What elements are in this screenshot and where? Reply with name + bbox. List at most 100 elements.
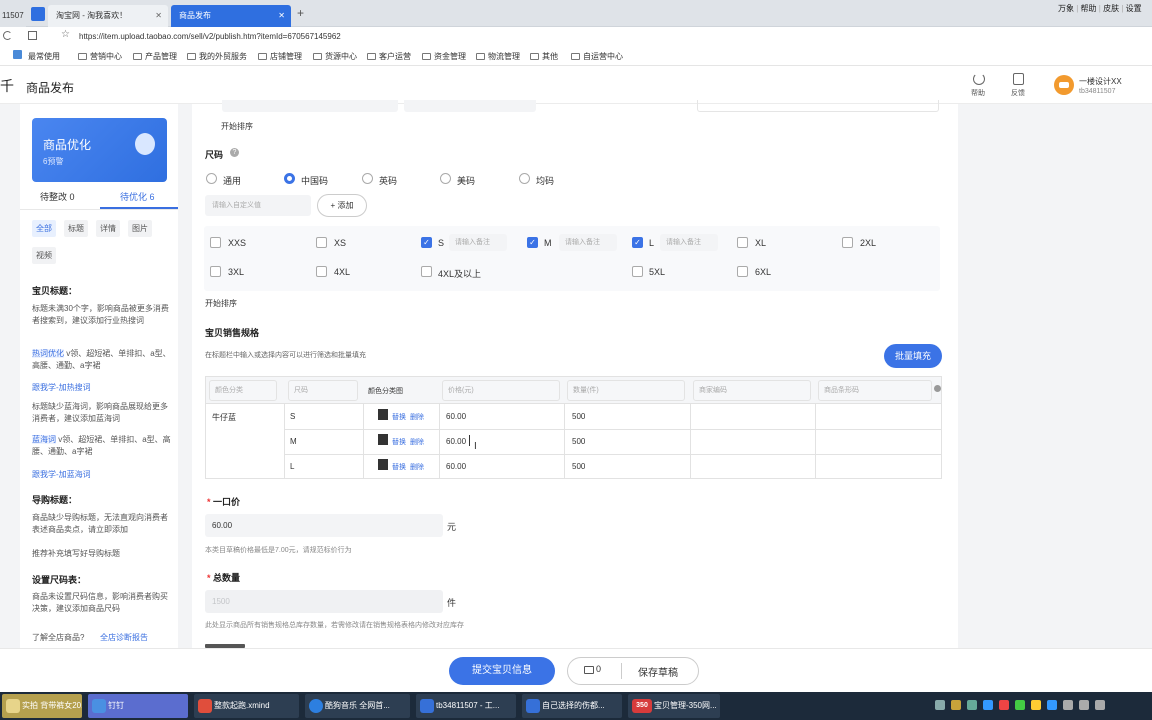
checkbox-l[interactable]: ✓ (632, 237, 643, 248)
checkbox-s[interactable]: ✓ (421, 237, 432, 248)
bookmark-item[interactable]: 物流管理 (476, 51, 520, 62)
link-help[interactable]: 帮助 (1081, 4, 1097, 13)
checkbox-4xl-plus[interactable] (421, 266, 432, 277)
color-thumbnail[interactable] (378, 434, 388, 445)
tray-icon[interactable] (967, 700, 977, 710)
feedback-label[interactable]: 反馈 (1011, 88, 1025, 98)
radio-us[interactable] (440, 173, 451, 184)
note-input-l[interactable]: 请输入备注 (660, 234, 718, 251)
checkbox-3xl[interactable] (210, 266, 221, 277)
color-thumbnail[interactable] (378, 409, 388, 420)
radio-general[interactable] (206, 173, 217, 184)
replace-link[interactable]: 替换 (392, 412, 406, 422)
radio-china[interactable] (284, 173, 295, 184)
checkbox-2xl[interactable] (842, 237, 853, 248)
tab-partial[interactable]: 11507 (0, 5, 26, 27)
bookmark-item[interactable]: 客户运营 (367, 51, 411, 62)
price-cell[interactable]: 60.00 (446, 462, 466, 471)
add-size-button[interactable]: + 添加 (317, 194, 367, 217)
info-icon[interactable] (934, 385, 941, 392)
bookmark-item[interactable]: 自运营中心 (571, 51, 623, 62)
color-thumbnail[interactable] (378, 459, 388, 470)
note-input-s[interactable]: 请输入备注 (449, 234, 507, 251)
learn-blue-link[interactable]: 跟我学-加蓝海词 (32, 469, 91, 480)
checkbox-xl[interactable] (737, 237, 748, 248)
feedback-icon[interactable] (1013, 73, 1024, 85)
tray-icon[interactable] (951, 700, 961, 710)
tray-icon[interactable] (983, 700, 993, 710)
chip-video[interactable]: 视频 (32, 247, 56, 264)
tray-icon[interactable] (1079, 700, 1089, 710)
checkbox-m[interactable]: ✓ (527, 237, 538, 248)
tab-optimize[interactable]: 待优化 6 (120, 190, 155, 203)
help-label[interactable]: 帮助 (971, 88, 985, 98)
qty-cell[interactable]: 500 (572, 412, 585, 421)
checkbox-xs[interactable] (316, 237, 327, 248)
bookmark-item[interactable]: 货源中心 (313, 51, 357, 62)
message-icon[interactable] (584, 666, 594, 674)
tab-publish[interactable]: 商品发布 ✕ (171, 5, 291, 27)
custom-size-input[interactable]: 请输入自定义值 (205, 195, 311, 216)
checkbox-4xl[interactable] (316, 266, 327, 277)
tray-icon[interactable] (1095, 700, 1105, 710)
taskbar-item[interactable]: 自己选择的伤都... (522, 694, 622, 718)
price-input[interactable]: 60.00 (205, 514, 443, 537)
help-icon[interactable] (973, 73, 985, 85)
bookmark-item[interactable]: 营销中心 (78, 51, 122, 62)
diagnosis-link[interactable]: 全店诊断报告 (100, 632, 148, 643)
tray-icon[interactable] (1063, 700, 1073, 710)
checkbox-6xl[interactable] (737, 266, 748, 277)
taskbar-item[interactable]: 整款起跑.xmind (194, 694, 299, 718)
taskbar-item[interactable]: 实拍 背带裤女20... (2, 694, 82, 718)
link-settings[interactable]: 设置 (1126, 4, 1142, 13)
replace-link[interactable]: 替换 (392, 462, 406, 472)
tray-icon[interactable] (1031, 700, 1041, 710)
link-wanxiang[interactable]: 万象 (1058, 4, 1074, 13)
batch-fill-button[interactable]: 批量填充 (884, 344, 942, 368)
save-draft-button[interactable]: 保存草稿 (638, 664, 678, 679)
bookmark-item[interactable]: 资金管理 (422, 51, 466, 62)
taskbar-item[interactable]: 钉钉 (88, 694, 188, 718)
price-cell[interactable]: 60.00 (446, 412, 466, 421)
page-icon[interactable] (28, 31, 37, 40)
price-cell[interactable]: 60.00 (446, 437, 466, 446)
tab-pending[interactable]: 待整改 0 (40, 190, 75, 203)
bookmark-item[interactable]: 我的外贸服务 (187, 51, 247, 62)
radio-uk[interactable] (362, 173, 373, 184)
delete-link[interactable]: 删除 (410, 437, 424, 447)
chip-title[interactable]: 标题 (64, 220, 88, 237)
refresh-icon[interactable] (3, 31, 12, 40)
chip-detail[interactable]: 详情 (96, 220, 120, 237)
optimize-card[interactable]: 商品优化 6预警 (32, 118, 167, 182)
avatar[interactable] (1054, 75, 1074, 95)
note-input-m[interactable]: 请输入备注 (559, 234, 617, 251)
qty-cell[interactable]: 500 (572, 437, 585, 446)
home-icon[interactable] (31, 7, 45, 21)
checkbox-5xl[interactable] (632, 266, 643, 277)
link-skin[interactable]: 皮肤 (1103, 4, 1119, 13)
replace-link[interactable]: 替换 (392, 437, 406, 447)
taskbar-item[interactable]: tb34811507 - 工... (416, 694, 516, 718)
header-filter-color[interactable]: 颜色分类 (209, 380, 277, 401)
tray-icon[interactable] (935, 700, 945, 710)
taskbar-item[interactable]: 350 宝贝管理-350网... (628, 694, 720, 718)
tray-icon[interactable] (1015, 700, 1025, 710)
bookmark-item[interactable]: 产品管理 (133, 51, 177, 62)
qty-cell[interactable]: 500 (572, 462, 585, 471)
close-icon[interactable]: ✕ (155, 5, 162, 27)
delete-link[interactable]: 删除 (410, 412, 424, 422)
taskbar-item[interactable]: 酷狗音乐 全网首... (305, 694, 410, 718)
checkbox-xxs[interactable] (210, 237, 221, 248)
close-icon[interactable]: ✕ (278, 5, 285, 27)
chip-all[interactable]: 全部 (32, 220, 56, 237)
star-icon[interactable]: ☆ (61, 29, 70, 40)
delete-link[interactable]: 删除 (410, 462, 424, 472)
header-qty-input[interactable]: 数量(件) (567, 380, 685, 401)
url-field[interactable]: https://item.upload.taobao.com/sell/v2/p… (79, 32, 341, 41)
bookmark-item[interactable]: 最常使用 (28, 51, 60, 62)
bookmark-item[interactable]: 其他 (530, 51, 558, 62)
tray-icon[interactable] (1047, 700, 1057, 710)
submit-button[interactable]: 提交宝贝信息 (449, 657, 555, 685)
chip-image[interactable]: 图片 (128, 220, 152, 237)
tray-icon[interactable] (999, 700, 1009, 710)
